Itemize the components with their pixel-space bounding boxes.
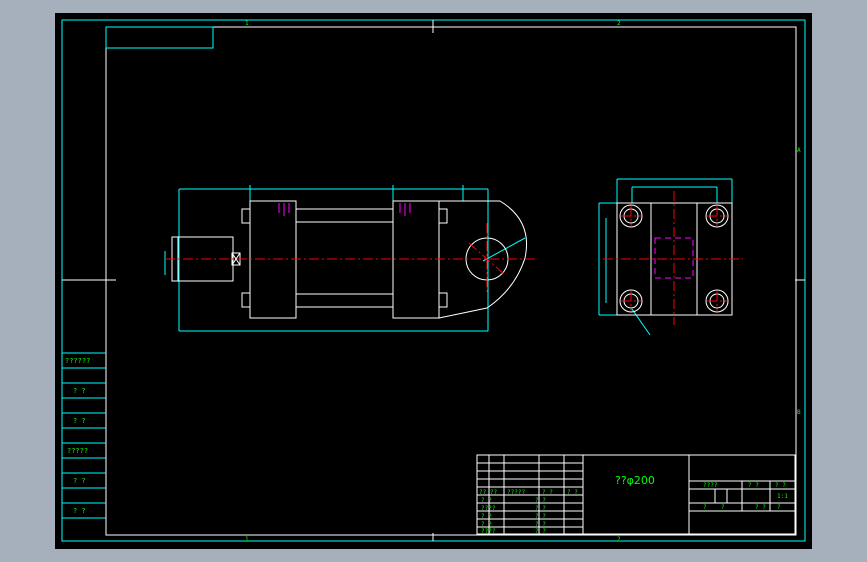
tb-sign-label-2: ???? [481, 505, 496, 512]
zone-mark-bottom-2: 2 [617, 536, 621, 543]
tb-row-label-0: ?? ?? [479, 489, 497, 496]
tb-sign-label-6: ? ? [481, 521, 492, 528]
cad-drawing: 1 2 1 2 A B ?????? ? ? ? ? ????? ? ? ? ? [61, 19, 806, 543]
tb-sign-label-5: ? ? [535, 513, 546, 520]
left-label-5: ? ? [73, 507, 86, 515]
tb-right-r1-a: ???? [703, 482, 718, 489]
tb-row-label-3: ? ? [567, 489, 578, 496]
tb-sign-label-7: ???? [481, 528, 496, 535]
tb-row-label-1: ????? [507, 489, 525, 496]
tb-row-label-2: ? ? [542, 489, 553, 496]
zone-mark-bottom-1: 1 [245, 536, 249, 543]
front-view [164, 185, 535, 332]
tb-right-r3-c: ? ? [755, 504, 766, 511]
left-label-0: ?????? [65, 357, 90, 365]
tb-sign-label-4: ? ? [481, 513, 492, 520]
zone-mark-right-a: A [797, 147, 801, 154]
left-label-3: ????? [67, 447, 88, 455]
tb-sign-label-8: ? ? [535, 521, 546, 528]
tb-sign-label-9: ? ? [535, 528, 546, 535]
tb-right-scale: 1:1 [777, 493, 788, 500]
zone-mark-right-b: B [797, 409, 801, 416]
drawing-canvas[interactable]: 1 2 1 2 A B ?????? ? ? ? ? ????? ? ? ? ? [55, 13, 812, 549]
tb-right-r3-b: ? [721, 504, 725, 511]
tb-sign-label-0: ? ? [481, 497, 492, 504]
zone-mark-top-1: 1 [245, 20, 249, 27]
tb-right-r3-a: ? [703, 504, 707, 511]
left-label-4: ? ? [73, 477, 86, 485]
side-view [598, 178, 743, 336]
tb-right-r1-c: ? ? [775, 482, 786, 489]
tb-sign-label-3: ? ? [535, 505, 546, 512]
tb-sign-label-1: ? ? [535, 497, 546, 504]
left-label-2: ? ? [73, 417, 86, 425]
tb-right-r3-d: ? [777, 504, 781, 511]
tb-right-r1-b: ? ? [748, 482, 759, 489]
left-label-column [62, 352, 106, 519]
zone-mark-top-2: 2 [617, 20, 621, 27]
left-label-1: ? ? [73, 387, 86, 395]
drawing-title: ??φ200 [615, 474, 655, 487]
